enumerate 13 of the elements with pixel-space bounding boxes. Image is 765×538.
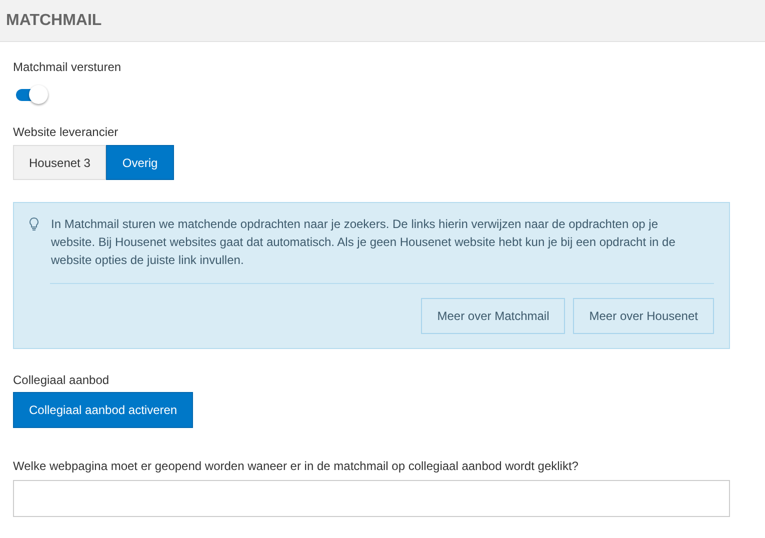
info-button[interactable]: Meer over Matchmail: [421, 298, 566, 334]
field-label: Website leverancier: [13, 125, 118, 139]
field-label: Welke webpagina moet er geopend worden waneer er in de matchmail op collegiaal aanbod wordt geklikt?: [13, 459, 578, 473]
page-title: MATCHMAIL: [6, 12, 102, 30]
segment-button[interactable]: Housenet 3: [13, 145, 106, 180]
info-button[interactable]: Meer over Housenet: [573, 298, 714, 334]
activate-button[interactable]: Collegiaal aanbod activeren: [13, 392, 194, 428]
field-label: Matchmail versturen: [13, 60, 122, 74]
field-label: Collegiaal aanbod: [13, 373, 110, 387]
info-text: In Matchmail sturen we matchende opdrachten naar je zoekers. De links hierin verwijzen naar de opdrachten op je website. Bij Housenet websites gaat dat automatisch. Als je geen Housenet website hebt kun je bij een opdracht in de website opties de juiste link invullen.: [51, 216, 676, 269]
input-field[interactable]: [13, 480, 730, 517]
lightbulb-icon: [29, 217, 39, 231]
segment-button[interactable]: Overig: [106, 145, 174, 180]
